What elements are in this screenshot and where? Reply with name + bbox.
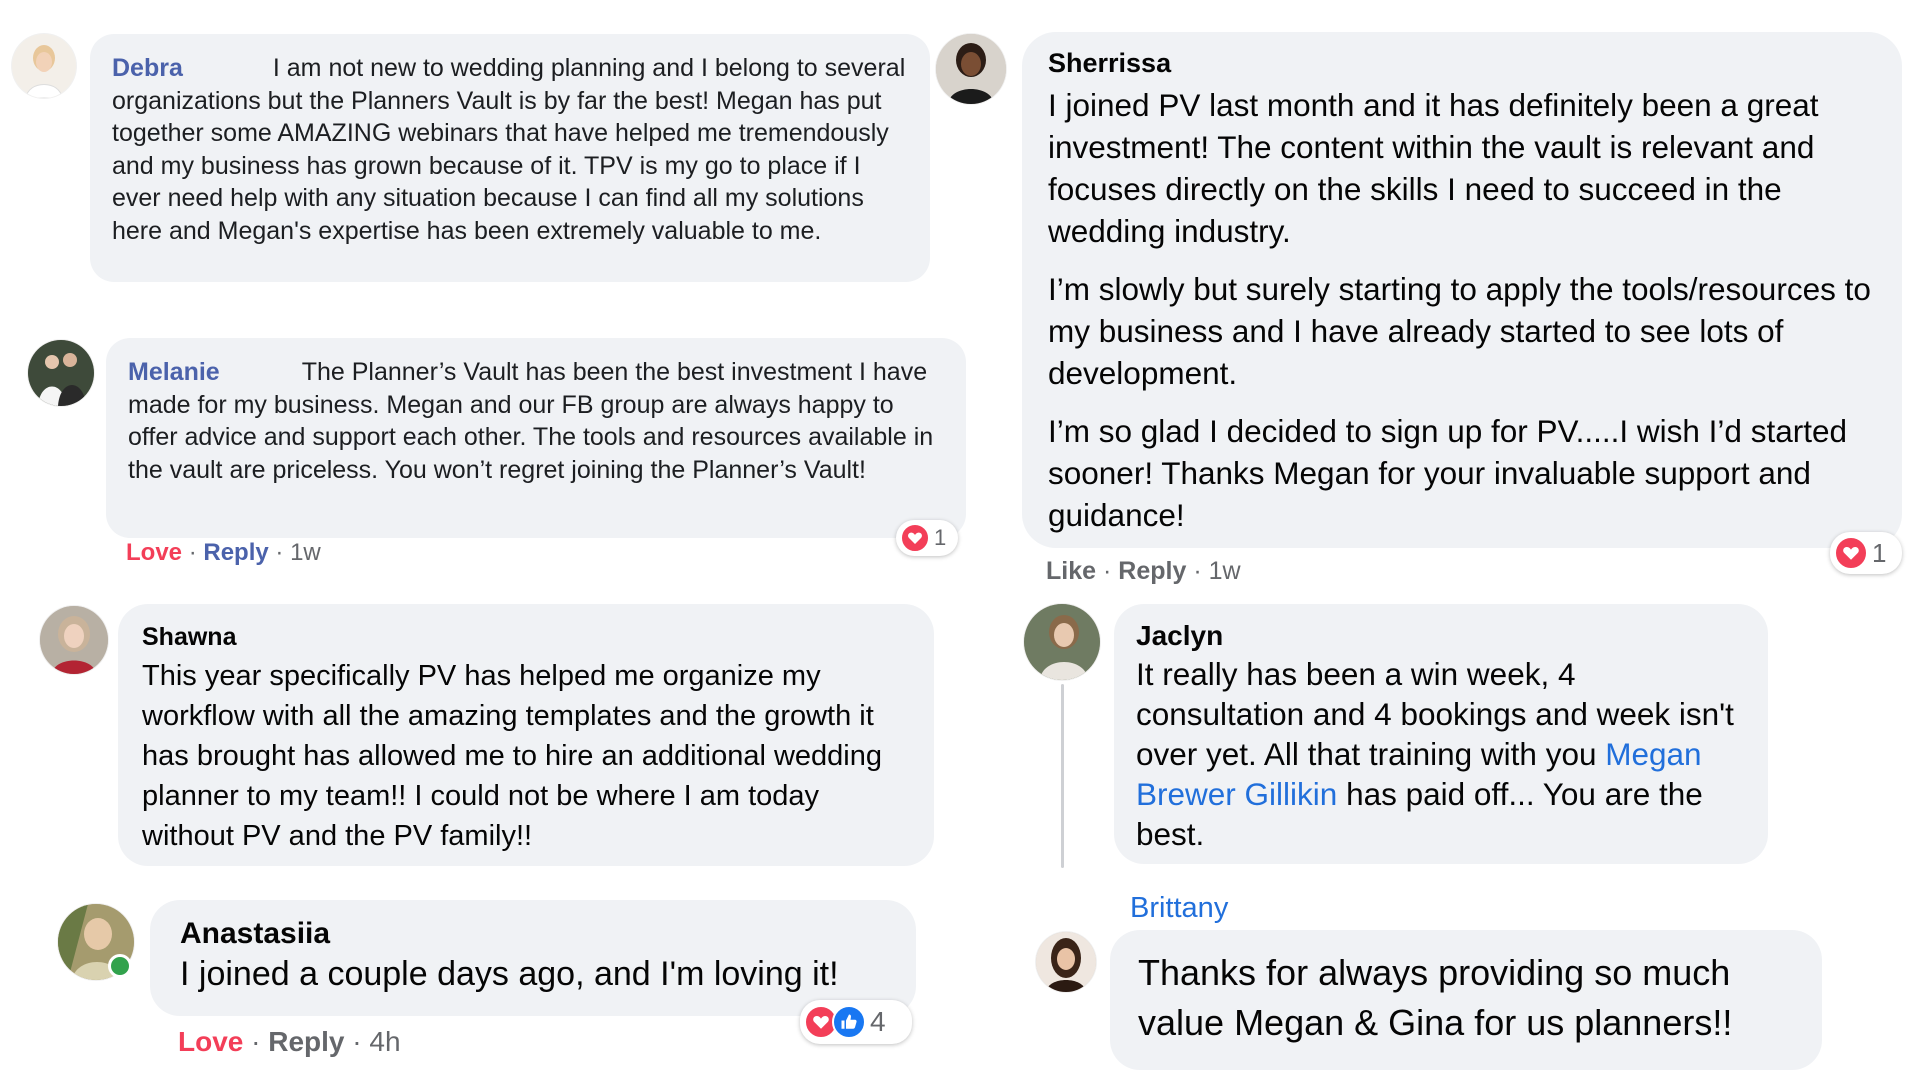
avatar-debra[interactable] xyxy=(12,34,76,98)
avatar-shawna[interactable] xyxy=(40,606,108,674)
reply-button[interactable]: Reply xyxy=(268,1026,344,1057)
comment-author-brittany[interactable]: Brittany xyxy=(1130,890,1228,926)
avatar-shawna-image xyxy=(40,606,108,674)
comment-bubble-melanie: Melanie The Planner’s Vault has been the … xyxy=(106,338,966,538)
comment-text-brittany: Thanks for always providing so much valu… xyxy=(1138,952,1733,1043)
comment-bubble-brittany: Thanks for always providing so much valu… xyxy=(1110,930,1822,1070)
comment-bubble-anastasiia: Anastasiia I joined a couple days ago, a… xyxy=(150,900,916,1016)
comment-author-anastasiia[interactable]: Anastasiia xyxy=(180,916,886,952)
comment-actions-anastasiia: Love · Reply · 4h xyxy=(178,1024,401,1060)
reaction-count-label: 1 xyxy=(934,525,947,550)
comment-text-anastasiia: I joined a couple days ago, and I'm lovi… xyxy=(180,955,839,993)
like-button[interactable]: Like xyxy=(1046,557,1096,585)
avatar-brittany-image xyxy=(1036,932,1096,992)
avatar-sherrissa[interactable] xyxy=(936,34,1006,104)
comment-timestamp[interactable]: 1w xyxy=(1209,557,1241,585)
comment-timestamp[interactable]: 1w xyxy=(290,539,321,566)
reaction-count-melanie[interactable]: 1 xyxy=(896,520,958,556)
comment-text-debra: I am not new to wedding planning and I b… xyxy=(112,54,906,245)
comment-bubble-jaclyn: Jaclyn It really has been a win week, 4 … xyxy=(1114,604,1768,864)
reaction-count-sherrissa[interactable]: 1 xyxy=(1830,532,1902,574)
comment-timestamp[interactable]: 4h xyxy=(369,1026,400,1057)
avatar-jaclyn-image xyxy=(1024,604,1100,680)
comment-bubble-debra: Debra I am not new to wedding planning an… xyxy=(90,34,930,282)
reaction-count-anastasiia[interactable]: 4 xyxy=(800,1000,912,1044)
separator-dot: · xyxy=(1193,557,1202,585)
separator-dot: · xyxy=(1102,557,1112,585)
reaction-count-label: 1 xyxy=(1872,537,1887,568)
separator-dot: · xyxy=(188,539,197,566)
reaction-count-label: 4 xyxy=(870,1006,886,1037)
avatar-brittany[interactable] xyxy=(1036,932,1096,992)
separator-dot: · xyxy=(251,1026,261,1057)
comment-author-debra[interactable]: Debra xyxy=(112,54,183,82)
avatar-jaclyn[interactable] xyxy=(1024,604,1100,680)
avatar-melanie[interactable] xyxy=(28,340,94,406)
comment-author-shawna[interactable]: Shawna xyxy=(142,622,910,652)
comment-paragraph-2: I’m slowly but surely starting to apply … xyxy=(1048,271,1871,391)
online-status-indicator xyxy=(108,954,132,978)
separator-dot: · xyxy=(352,1026,362,1057)
comment-actions-sherrissa: Like · Reply · 1w xyxy=(1046,554,1241,588)
thumbs-up-reaction-icon xyxy=(832,1005,866,1039)
comment-text-shawna: This year specifically PV has helped me … xyxy=(142,660,882,852)
comment-bubble-sherrissa: Sherrissa I joined PV last month and it … xyxy=(1022,32,1902,548)
comment-author-sherrissa[interactable]: Sherrissa xyxy=(1048,46,1876,80)
reply-button[interactable]: Reply xyxy=(203,539,268,566)
comment-paragraph-1: I joined PV last month and it has defini… xyxy=(1048,87,1819,249)
separator-dot: · xyxy=(275,539,284,566)
comment-paragraph-3: I’m so glad I decided to sign up for PV.… xyxy=(1048,413,1848,533)
love-reaction-button[interactable]: Love xyxy=(178,1026,243,1057)
avatar-debra-image xyxy=(12,34,76,98)
heart-reaction-icon xyxy=(900,523,930,553)
heart-reaction-icon xyxy=(1834,536,1868,570)
comment-bubble-shawna: Shawna This year specifically PV has hel… xyxy=(118,604,934,866)
reply-button[interactable]: Reply xyxy=(1118,557,1186,585)
comment-author-melanie[interactable]: Melanie xyxy=(128,358,220,386)
love-reaction-button[interactable]: Love xyxy=(126,539,182,566)
avatar-anastasiia[interactable] xyxy=(58,904,134,980)
comment-author-jaclyn[interactable]: Jaclyn xyxy=(1136,618,1746,654)
comment-text-melanie: The Planner’s Vault has been the best in… xyxy=(128,358,934,484)
avatar-sherrissa-image xyxy=(936,34,1006,104)
thread-line xyxy=(1061,684,1064,868)
comment-actions-melanie: Love · Reply · 1w xyxy=(126,538,321,568)
comment-text-jaclyn: It really has been a win week, 4 consult… xyxy=(1136,654,1746,854)
avatar-melanie-image xyxy=(28,340,94,406)
